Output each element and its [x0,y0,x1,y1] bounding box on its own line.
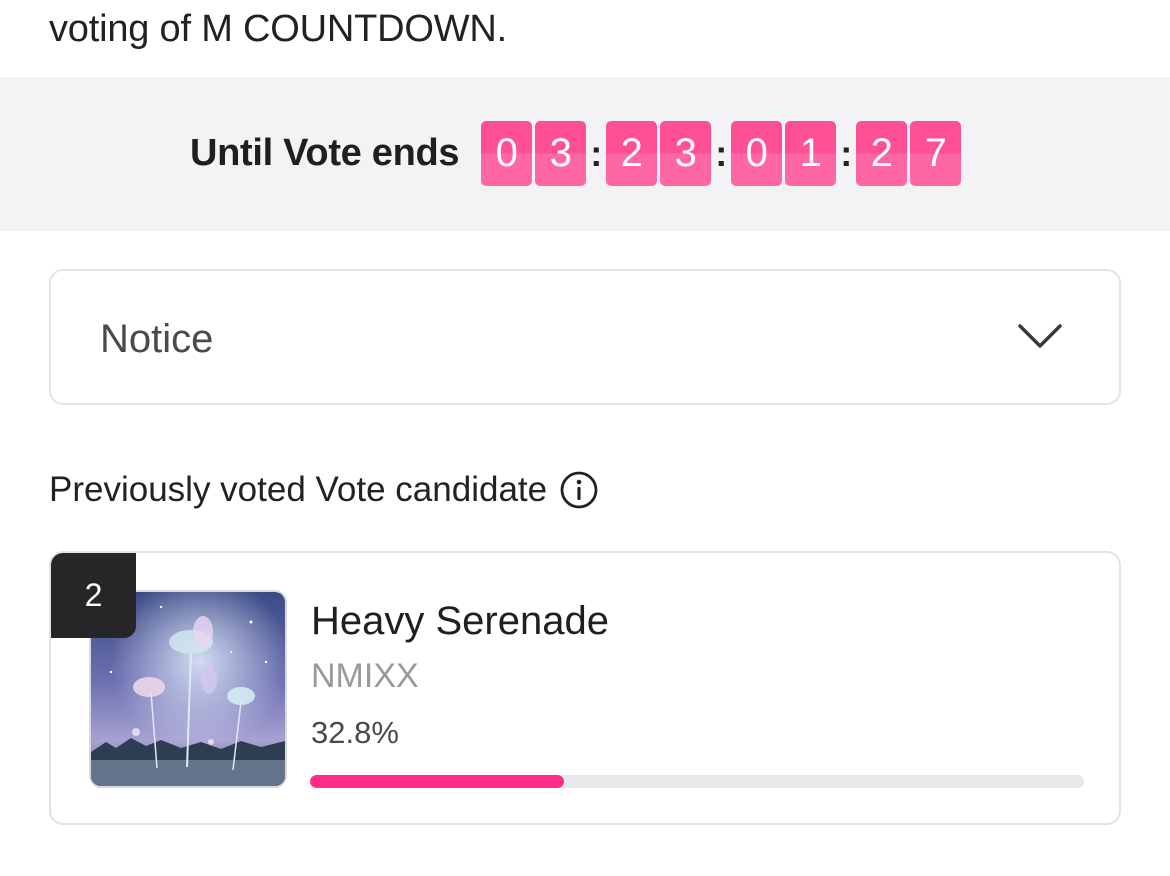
countdown-digit: 1 [785,121,837,186]
countdown-digit: 2 [606,121,658,186]
previous-candidate-heading: Previously voted Vote candidate [49,470,599,510]
countdown-digit: 3 [535,121,587,186]
notice-accordion[interactable]: Notice [49,269,1121,405]
vote-progress-fill [310,775,564,788]
countdown-separator: : [715,132,728,174]
countdown-digit: 0 [731,121,783,186]
countdown-label: Until Vote ends [190,132,460,174]
countdown-separator: : [840,132,853,174]
previous-candidate-label: Previously voted Vote candidate [49,470,548,509]
countdown-digit: 0 [481,121,533,186]
countdown-digit: 2 [856,121,908,186]
vote-progress-bar [310,775,1084,788]
song-title: Heavy Serenade [311,599,609,643]
countdown-timer: Until Vote ends 0 3 : 2 3 : 0 1 : 2 7 [190,121,964,186]
chevron-down-icon[interactable] [1017,321,1063,351]
countdown-separator: : [590,132,603,174]
countdown-banner: Until Vote ends 0 3 : 2 3 : 0 1 : 2 7 [0,77,1170,231]
rank-badge: 2 [51,553,136,638]
info-icon[interactable] [559,470,599,510]
candidate-card[interactable]: 2 Heavy Serenade NMIXX 32.8% [49,551,1121,825]
vote-percent: 32.8% [311,715,399,750]
intro-text: voting of M COUNTDOWN. [49,8,507,50]
countdown-digit: 3 [660,121,712,186]
notice-label: Notice [100,317,214,361]
artist-name: NMIXX [311,657,419,695]
countdown-digit: 7 [910,121,962,186]
